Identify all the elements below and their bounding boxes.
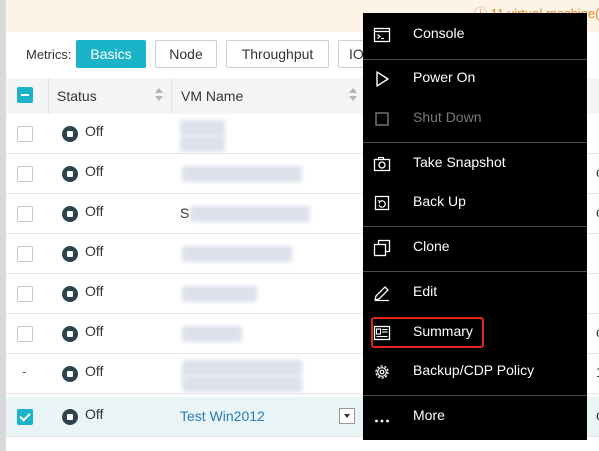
power-off-status-icon xyxy=(62,366,78,382)
redacted-vm-name xyxy=(182,326,242,342)
vm-name-sort-icon[interactable] xyxy=(349,88,357,102)
backup-icon xyxy=(374,195,390,211)
menu-divider xyxy=(363,142,587,143)
column-divider xyxy=(171,78,172,114)
edit-icon xyxy=(374,286,389,302)
power-off-status-icon xyxy=(62,166,78,182)
menu-label-clone: Clone xyxy=(413,238,450,254)
row-checkbox[interactable] xyxy=(17,246,33,262)
menu-divider xyxy=(363,59,587,60)
menu-item-take-snapshot[interactable]: Take Snapshot xyxy=(363,146,587,182)
console-icon xyxy=(373,27,391,43)
power-off-status-icon xyxy=(62,409,78,425)
redacted-vm-name xyxy=(182,360,302,376)
power-off-status-icon xyxy=(62,246,78,262)
menu-label-console: Console xyxy=(413,25,465,41)
menu-item-power-on[interactable]: Power On xyxy=(363,61,587,97)
status-text: Off xyxy=(85,243,104,259)
power-off-status-icon xyxy=(62,206,78,222)
row-checkbox[interactable] xyxy=(17,166,33,182)
select-all-checkbox[interactable] xyxy=(17,87,33,103)
gear-icon xyxy=(375,365,389,379)
metrics-basics-button[interactable]: Basics xyxy=(76,40,146,68)
status-text: Off xyxy=(85,363,104,379)
redacted-vm-name xyxy=(180,136,225,152)
redacted-vm-name xyxy=(180,120,225,136)
menu-label-shut-down: Shut Down xyxy=(413,109,482,125)
context-menu: Console Power On Shut Down Take Snapshot… xyxy=(363,13,587,440)
camera-icon xyxy=(373,156,391,172)
row-checkbox[interactable] xyxy=(17,126,33,142)
menu-divider xyxy=(363,395,587,396)
clone-icon xyxy=(373,239,391,257)
menu-label-power-on: Power On xyxy=(413,69,476,85)
menu-item-console[interactable]: Console xyxy=(363,17,587,53)
status-sort-icon[interactable] xyxy=(155,88,163,102)
metrics-node-button[interactable]: Node xyxy=(155,40,217,68)
metrics-label: Metrics: xyxy=(26,47,72,62)
row-checkbox[interactable] xyxy=(17,326,33,342)
menu-item-back-up[interactable]: Back Up xyxy=(363,185,587,221)
menu-item-more[interactable]: More xyxy=(363,399,587,435)
summary-highlight-box xyxy=(371,317,484,348)
redacted-vm-name xyxy=(182,246,292,262)
more-icon xyxy=(375,419,389,423)
power-off-status-icon xyxy=(62,326,78,342)
redacted-vm-name xyxy=(182,286,257,302)
vm-name-prefix: S xyxy=(180,205,190,221)
menu-divider xyxy=(363,271,587,272)
menu-item-shut-down: Shut Down xyxy=(363,101,587,137)
menu-label-backup-cdp-policy: Backup/CDP Policy xyxy=(413,362,535,378)
menu-label-take-snapshot: Take Snapshot xyxy=(413,154,506,170)
menu-item-clone[interactable]: Clone xyxy=(363,230,587,266)
power-off-status-icon xyxy=(62,126,78,142)
menu-item-backup-cdp-policy[interactable]: Backup/CDP Policy xyxy=(363,354,587,390)
vm-name-column-header[interactable]: VM Name xyxy=(181,88,243,104)
menu-divider xyxy=(363,226,587,227)
vm-name-link[interactable]: Test Win2012 xyxy=(180,408,265,424)
status-text: Off xyxy=(85,203,104,219)
redacted-vm-name xyxy=(182,376,302,392)
row-placeholder-dash: - xyxy=(22,364,27,379)
redacted-vm-name xyxy=(190,206,310,222)
shut-down-icon xyxy=(375,112,389,126)
menu-label-back-up: Back Up xyxy=(413,193,466,209)
power-off-status-icon xyxy=(62,286,78,302)
status-text: Off xyxy=(85,323,104,339)
status-text: Off xyxy=(85,283,104,299)
menu-label-edit: Edit xyxy=(413,283,438,299)
redacted-vm-name xyxy=(182,166,302,182)
menu-label-more: More xyxy=(413,407,445,423)
row-checkbox[interactable] xyxy=(17,286,33,302)
row-actions-dropdown[interactable] xyxy=(339,408,355,424)
column-divider xyxy=(48,78,49,114)
menu-item-edit[interactable]: Edit xyxy=(363,275,587,311)
power-on-icon xyxy=(376,71,389,87)
status-column-header[interactable]: Status xyxy=(57,88,97,104)
status-text: Off xyxy=(85,406,104,422)
row-checkbox-checked[interactable] xyxy=(17,409,33,425)
row-checkbox[interactable] xyxy=(17,206,33,222)
metrics-throughput-button[interactable]: Throughput xyxy=(226,40,329,68)
status-text: Off xyxy=(85,163,104,179)
status-text: Off xyxy=(85,123,104,139)
